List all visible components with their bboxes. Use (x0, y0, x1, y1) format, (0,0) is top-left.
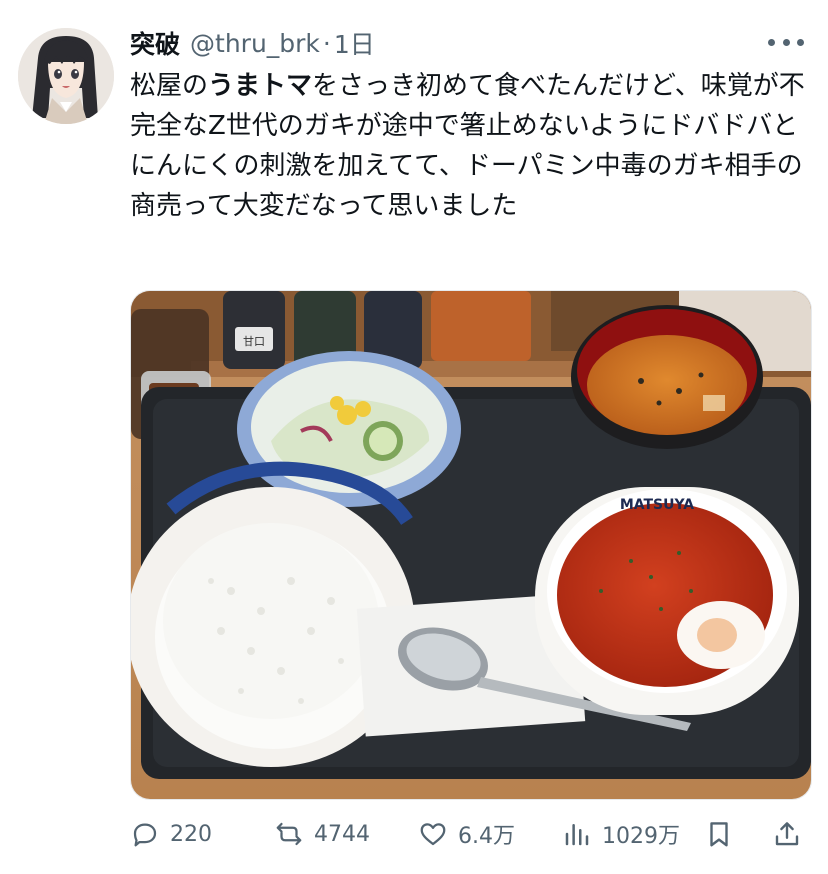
share-upload-icon (775, 822, 799, 846)
display-name[interactable]: 突破 (130, 25, 180, 61)
avatar[interactable] (18, 28, 114, 124)
reply-button[interactable]: 220 (130, 812, 212, 856)
avatar-illustration (18, 28, 114, 124)
tweet-photo[interactable]: 甘口 MATSUYA (130, 290, 812, 800)
more-dots-icon[interactable] (768, 28, 804, 56)
dot (797, 38, 804, 46)
tweet-header: 突破 @thru_brk · 1日 (130, 26, 375, 60)
speech-bubble-icon (133, 823, 157, 847)
heart-icon (420, 823, 446, 846)
meal-photo: 甘口 MATSUYA (131, 291, 811, 799)
tweet: 突破 @thru_brk · 1日 松屋のうまトマをさっき初めて食べたんだけど、… (0, 0, 828, 874)
tweet-text-bold: うまトマ (208, 71, 313, 101)
bookmark-icon (710, 822, 728, 847)
share-button[interactable] (772, 812, 802, 856)
bookmark-button[interactable] (704, 812, 734, 856)
repost-arrows-icon (276, 822, 302, 846)
dish-label: MATSUYA (620, 497, 694, 513)
reply-count: 220 (170, 821, 212, 847)
bar-chart-icon (565, 824, 589, 846)
tweet-text: 松屋のうまトマをさっき初めて食べたんだけど、味覚が不完全なZ世代のガキが途中で箸… (130, 66, 810, 226)
action-bar: 220 4744 6.4万 1029万 (130, 812, 810, 856)
view-count: 1029万 (602, 824, 680, 849)
tweet-text-part: 松屋の (130, 71, 209, 101)
user-handle[interactable]: @thru_brk (190, 29, 320, 58)
timestamp[interactable]: 1日 (334, 25, 375, 61)
separator-dot: · (322, 28, 331, 58)
like-count: 6.4万 (458, 824, 515, 849)
views-button[interactable]: 1029万 (562, 812, 680, 856)
repost-button[interactable]: 4744 (274, 812, 370, 856)
shaker-label: 甘口 (243, 335, 265, 348)
dot (782, 38, 790, 46)
repost-count: 4744 (314, 821, 370, 847)
like-button[interactable]: 6.4万 (418, 812, 515, 856)
dot (768, 38, 775, 46)
